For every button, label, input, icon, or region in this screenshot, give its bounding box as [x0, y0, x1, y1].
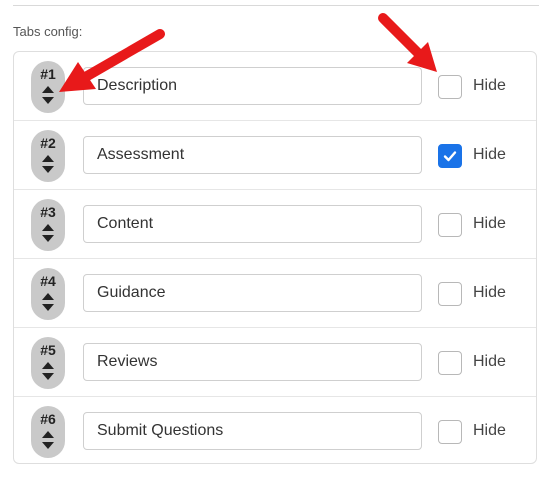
- tab-order-number: #1: [40, 66, 56, 82]
- tab-row: #1 Hide: [14, 52, 536, 121]
- reorder-handle[interactable]: #2: [31, 130, 65, 182]
- sort-arrows-icon: [42, 86, 54, 104]
- tab-order-number: #6: [40, 411, 56, 427]
- hide-label: Hide: [473, 215, 506, 232]
- tab-name-input[interactable]: [83, 136, 422, 174]
- hide-checkbox[interactable]: [438, 282, 462, 306]
- tab-name-input[interactable]: [83, 205, 422, 243]
- hide-checkbox[interactable]: [438, 144, 462, 168]
- tab-order-number: #5: [40, 342, 56, 358]
- hide-label: Hide: [473, 77, 506, 94]
- hide-label: Hide: [473, 422, 506, 439]
- tab-order-number: #2: [40, 135, 56, 151]
- tab-name-input[interactable]: [83, 412, 422, 450]
- sort-arrows-icon: [42, 431, 54, 449]
- reorder-handle[interactable]: #5: [31, 337, 65, 389]
- sort-arrows-icon: [42, 293, 54, 311]
- section-label: Tabs config:: [13, 24, 83, 39]
- hide-checkbox[interactable]: [438, 351, 462, 375]
- hide-label: Hide: [473, 284, 506, 301]
- tabs-config-panel: #1 Hide #2 Hide #3 Hide #4: [13, 51, 537, 464]
- hide-label: Hide: [473, 146, 506, 163]
- tab-row: #3 Hide: [14, 190, 536, 259]
- hide-label: Hide: [473, 353, 506, 370]
- reorder-handle[interactable]: #4: [31, 268, 65, 320]
- hide-checkbox[interactable]: [438, 213, 462, 237]
- tab-row: #2 Hide: [14, 121, 536, 190]
- checkmark-icon: [443, 151, 457, 162]
- tab-order-number: #3: [40, 204, 56, 220]
- tab-row: #5 Hide: [14, 328, 536, 397]
- tab-name-input[interactable]: [83, 67, 422, 105]
- tab-name-input[interactable]: [83, 343, 422, 381]
- reorder-handle[interactable]: #1: [31, 61, 65, 113]
- sort-arrows-icon: [42, 362, 54, 380]
- sort-arrows-icon: [42, 224, 54, 242]
- hide-checkbox[interactable]: [438, 420, 462, 444]
- hide-checkbox[interactable]: [438, 75, 462, 99]
- tab-row: #6 Hide: [14, 397, 536, 466]
- tab-order-number: #4: [40, 273, 56, 289]
- tab-name-input[interactable]: [83, 274, 422, 312]
- sort-arrows-icon: [42, 155, 54, 173]
- reorder-handle[interactable]: #6: [31, 406, 65, 458]
- top-divider: [13, 5, 539, 6]
- reorder-handle[interactable]: #3: [31, 199, 65, 251]
- tab-row: #4 Hide: [14, 259, 536, 328]
